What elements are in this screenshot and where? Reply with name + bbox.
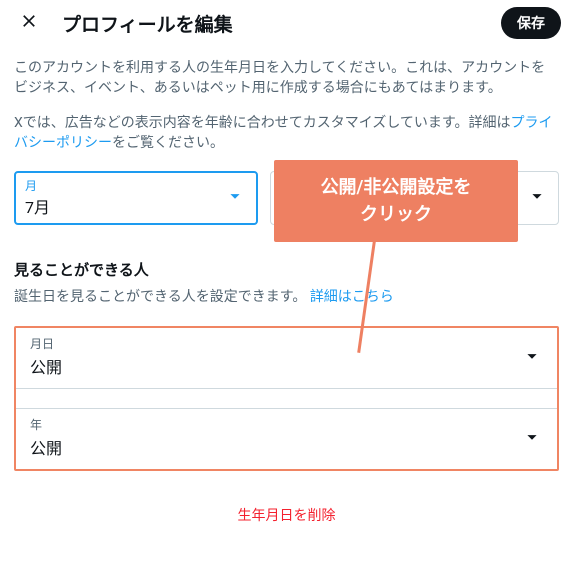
learn-more-link[interactable]: 詳細はこちら [310, 289, 394, 305]
delete-birthdate-link[interactable]: 生年月日を削除 [14, 505, 559, 525]
year-select[interactable] [421, 171, 560, 225]
month-day-vis-label: 月日 [30, 338, 543, 350]
month-day-vis-value: 公開 [30, 354, 543, 378]
month-select[interactable]: 月 7月 [14, 171, 258, 225]
visibility-desc-text: 誕生日を見ることができる人を設定できます。 [14, 289, 306, 305]
visibility-section-title: 見ることができる人 [14, 259, 559, 280]
ads-note-tail: をご覧ください。 [112, 135, 224, 151]
header: プロフィールを編集 保存 [0, 0, 573, 46]
ads-customize-note: Xでは、広告などの表示内容を年齢に合わせてカスタマイズしています。詳細はプライバ… [14, 113, 559, 154]
close-icon [19, 11, 39, 35]
month-value: 7月 [25, 194, 247, 218]
visibility-group: 月日 公開 年 公開 [14, 326, 559, 471]
close-button[interactable] [12, 6, 46, 40]
chevron-down-icon [376, 185, 398, 211]
chevron-down-icon [224, 185, 246, 211]
visibility-spacer [16, 389, 557, 409]
chevron-down-icon [526, 185, 548, 211]
chevron-down-icon [521, 426, 543, 452]
visibility-section-desc: 誕生日を見ることができる人を設定できます。 詳細はこちら [14, 286, 559, 306]
birthdate-instruction: このアカウントを利用する人の生年月日を入力してください。これは、アカウントをビジ… [14, 58, 559, 99]
year-visibility-select[interactable]: 年 公開 [16, 409, 557, 469]
chevron-down-icon [521, 345, 543, 371]
page-title: プロフィールを編集 [62, 10, 485, 37]
year-vis-label: 年 [30, 419, 543, 431]
month-day-visibility-select[interactable]: 月日 公開 [16, 328, 557, 389]
ads-note-text: Xでは、広告などの表示内容を年齢に合わせてカスタマイズしています。詳細は [14, 115, 511, 131]
month-label: 月 [25, 180, 247, 192]
birthdate-selectors: 月 7月 [14, 171, 559, 225]
year-vis-value: 公開 [30, 435, 543, 459]
body: このアカウントを利用する人の生年月日を入力してください。これは、アカウントをビジ… [0, 46, 573, 533]
save-button[interactable]: 保存 [501, 7, 561, 39]
day-select[interactable] [270, 171, 409, 225]
